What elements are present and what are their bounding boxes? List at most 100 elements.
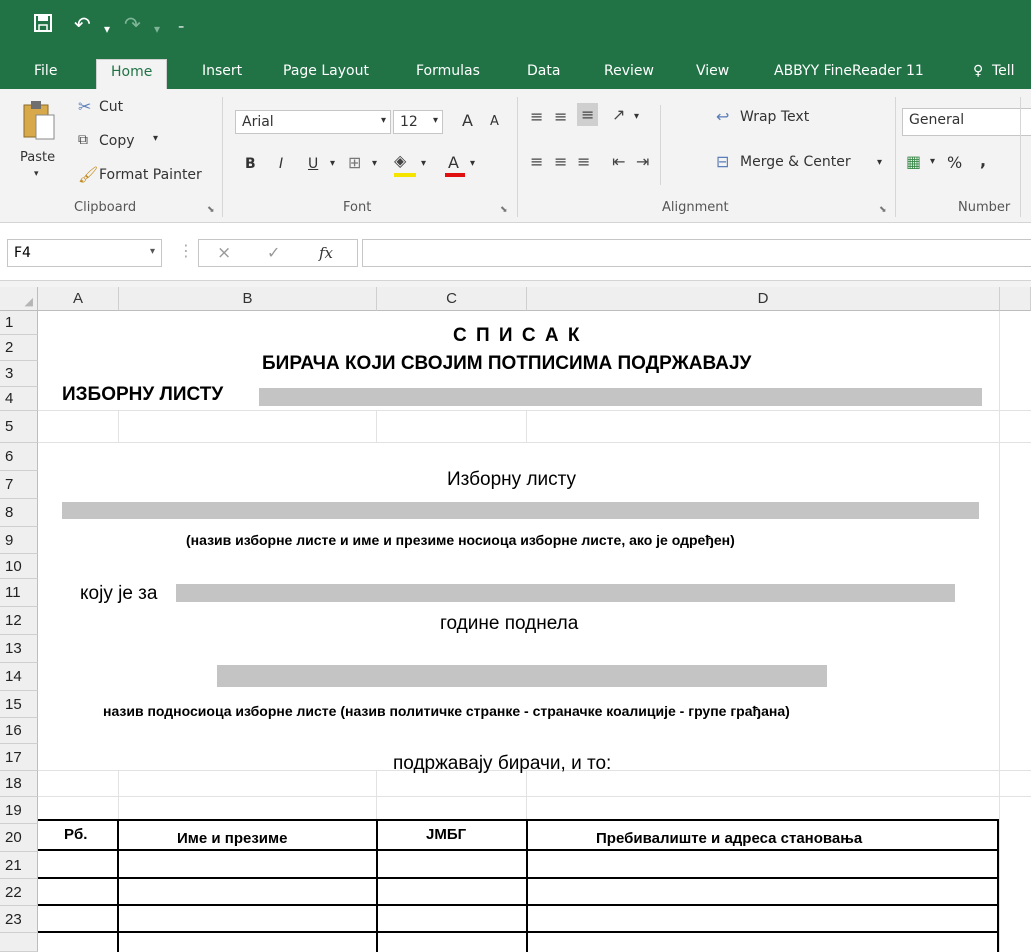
row-header-13[interactable]: 13 (0, 635, 38, 663)
redo-icon[interactable]: ↷ (124, 14, 141, 36)
format-painter-button[interactable]: Format Painter (99, 167, 202, 183)
row-header-17[interactable]: 17 (0, 744, 38, 771)
fill-color-dropdown-icon[interactable]: ▾ (421, 158, 426, 169)
tab-home[interactable]: Home (96, 59, 168, 89)
tab-page-layout[interactable]: Page Layout (283, 63, 369, 79)
underline-button[interactable]: U (308, 156, 318, 172)
list-name-note: (назив изборне листе и име и презиме нос… (186, 532, 735, 548)
accounting-dropdown-icon[interactable]: ▾ (930, 156, 935, 167)
font-name-select[interactable]: Arial ▾ (235, 110, 391, 134)
underline-dropdown-icon[interactable]: ▾ (330, 158, 335, 169)
font-color-dropdown-icon[interactable]: ▾ (470, 158, 475, 169)
column-header-a[interactable]: A (38, 287, 119, 311)
row-header-14[interactable]: 14 (0, 663, 38, 691)
borders-icon[interactable]: ⊞ (348, 153, 361, 172)
percent-button[interactable]: % (947, 153, 962, 172)
cut-icon[interactable]: ✂ (78, 97, 91, 116)
row-header-9[interactable]: 9 (0, 527, 38, 554)
row-header-20[interactable]: 20 (0, 824, 38, 852)
tab-data[interactable]: Data (527, 63, 560, 79)
formula-input[interactable] (362, 239, 1031, 267)
orientation-dropdown-icon[interactable]: ▾ (634, 111, 639, 122)
copy-dropdown-icon[interactable]: ▾ (153, 133, 158, 144)
decrease-indent-icon[interactable]: ⇤ (612, 152, 625, 171)
redacted-list-name (259, 388, 982, 406)
customize-qat-icon[interactable]: ⁼ (178, 18, 184, 40)
row-header-15[interactable]: 15 (0, 691, 38, 718)
clipboard-launcher-icon[interactable]: ⬊ (207, 205, 215, 215)
number-format-select[interactable]: General (902, 108, 1031, 136)
sheet-subtitle: БИРАЧА КОЈИ СВОЈИМ ПОТПИСИМА ПОДРЖАВАЈУ (262, 353, 752, 374)
merge-center-icon[interactable]: ⊟ (716, 152, 729, 171)
increase-indent-icon[interactable]: ⇥ (636, 152, 649, 171)
column-header-e[interactable] (1000, 287, 1031, 311)
tab-insert[interactable]: Insert (202, 63, 242, 79)
row-header-12[interactable]: 12 (0, 607, 38, 635)
group-divider (1020, 97, 1021, 217)
shrink-font-button[interactable]: A (490, 114, 499, 129)
cancel-icon[interactable]: × (217, 243, 231, 263)
font-launcher-icon[interactable]: ⬊ (500, 205, 508, 215)
italic-button[interactable]: I (279, 156, 283, 172)
column-header-b[interactable]: B (119, 287, 377, 311)
wrap-text-icon[interactable]: ↩ (716, 107, 729, 126)
undo-dropdown-icon[interactable]: ▾ (104, 18, 110, 40)
merge-dropdown-icon[interactable]: ▾ (877, 157, 882, 168)
middle-align-icon[interactable]: ≡ (554, 107, 567, 126)
tab-file[interactable]: File (34, 63, 57, 79)
tab-tell-me[interactable]: Tell (992, 63, 1015, 79)
select-all-button[interactable]: ◢ (0, 287, 38, 311)
save-icon[interactable] (34, 14, 52, 37)
undo-icon[interactable]: ↶ (74, 14, 91, 36)
fill-color-icon[interactable]: ◈ (394, 151, 406, 170)
font-color-button[interactable]: A (448, 153, 459, 172)
align-center-icon[interactable]: ≡ (554, 152, 567, 171)
row-header-10[interactable]: 10 (0, 554, 38, 579)
wrap-text-button[interactable]: Wrap Text (740, 109, 809, 125)
name-box[interactable]: F4 ▾ (7, 239, 162, 267)
row-header-1[interactable]: 1 (0, 311, 38, 335)
row-header-22[interactable]: 22 (0, 879, 38, 906)
row-header-16[interactable]: 16 (0, 718, 38, 744)
column-header-d[interactable]: D (527, 287, 1000, 311)
tab-view[interactable]: View (696, 63, 729, 79)
top-align-icon[interactable]: ≡ (530, 107, 543, 126)
copy-icon[interactable]: ⧉ (78, 132, 88, 148)
cut-button[interactable]: Cut (99, 99, 123, 115)
bold-button[interactable]: B (245, 156, 256, 172)
row-header-4[interactable]: 4 (0, 387, 38, 411)
tab-formulas[interactable]: Formulas (416, 63, 480, 79)
row-header-7[interactable]: 7 (0, 471, 38, 499)
accounting-format-icon[interactable]: ▦ (906, 152, 921, 171)
borders-dropdown-icon[interactable]: ▾ (372, 158, 377, 169)
fx-icon[interactable]: fx (319, 244, 333, 262)
row-header-2[interactable]: 2 (0, 335, 38, 361)
row-header-8[interactable]: 8 (0, 499, 38, 527)
redo-dropdown-icon[interactable]: ▾ (154, 18, 160, 40)
row-header-5[interactable]: 5 (0, 411, 38, 443)
grow-font-button[interactable]: A (462, 111, 473, 130)
column-header-c[interactable]: C (377, 287, 527, 311)
tab-review[interactable]: Review (604, 63, 654, 79)
tell-me-icon[interactable]: ♀ (973, 63, 983, 79)
row-header-18[interactable]: 18 (0, 771, 38, 797)
bottom-align-icon[interactable]: ≡ (577, 103, 599, 126)
merge-center-button[interactable]: Merge & Center (740, 154, 851, 170)
row-header-24[interactable] (0, 933, 38, 952)
comma-button[interactable]: , (980, 151, 986, 170)
tab-abbyy[interactable]: ABBYY FineReader 11 (774, 63, 924, 79)
row-header-21[interactable]: 21 (0, 852, 38, 879)
row-header-19[interactable]: 19 (0, 797, 38, 824)
enter-icon[interactable]: ✓ (267, 243, 280, 262)
alignment-launcher-icon[interactable]: ⬊ (879, 205, 887, 215)
row-header-6[interactable]: 6 (0, 443, 38, 471)
align-left-icon[interactable]: ≡ (530, 152, 543, 171)
row-header-23[interactable]: 23 (0, 906, 38, 933)
row-header-11[interactable]: 11 (0, 579, 38, 607)
orientation-icon[interactable]: ↗ (612, 105, 625, 124)
font-size-select[interactable]: 12 ▾ (393, 110, 443, 134)
align-right-icon[interactable]: ≡ (577, 152, 590, 171)
format-painter-icon[interactable]: 🖌 (78, 165, 98, 184)
copy-button[interactable]: Copy (99, 133, 135, 149)
row-header-3[interactable]: 3 (0, 361, 38, 387)
